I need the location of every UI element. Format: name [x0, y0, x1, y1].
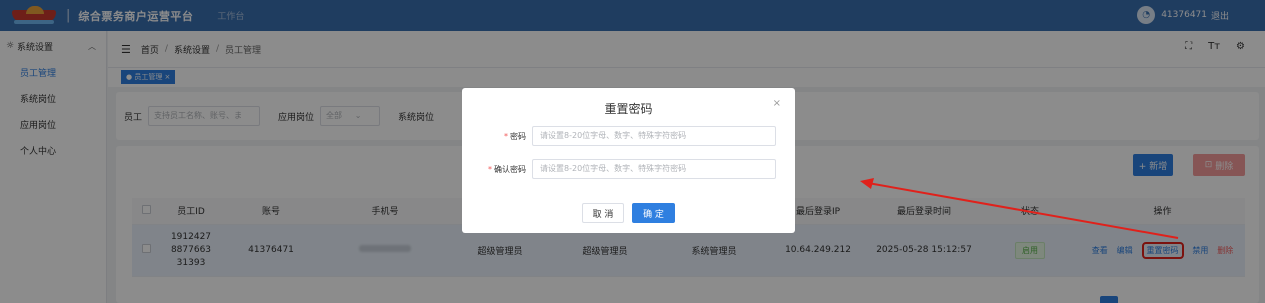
confirm-password-input[interactable]: 请设置8-20位字母、数字、特殊字符密码 [532, 159, 776, 179]
close-icon[interactable]: × [773, 98, 781, 109]
cancel-button[interactable]: 取 消 [582, 203, 624, 223]
confirm-password-row: * 确认密码 请设置8-20位字母、数字、特殊字符密码 [462, 158, 795, 180]
dialog-title: 重置密码 [604, 102, 653, 116]
password-input[interactable]: 请设置8-20位字母、数字、特殊字符密码 [532, 126, 776, 146]
confirm-password-label: * 确认密码 [488, 164, 526, 174]
password-label: * 密码 [504, 131, 526, 141]
password-row: * 密码 请设置8-20位字母、数字、特殊字符密码 [462, 125, 795, 147]
reset-password-dialog: 重置密码 × * 密码 请设置8-20位字母、数字、特殊字符密码 * 确认密码 请设… [462, 88, 795, 233]
confirm-button[interactable]: 确 定 [632, 203, 675, 223]
